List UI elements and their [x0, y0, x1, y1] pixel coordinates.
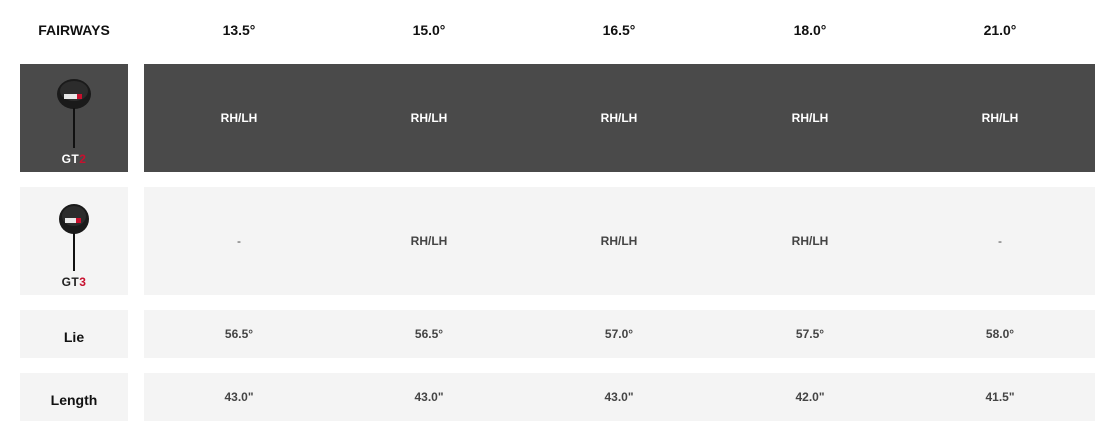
- gt2-cell-3: RH/LH: [600, 111, 638, 125]
- gt3-cell-1: -: [237, 234, 241, 248]
- lie-label: Lie: [63, 329, 85, 345]
- gt3-cell-5: -: [998, 234, 1002, 248]
- length-data-row: 43.0" 43.0" 43.0" 42.0" 41.5": [144, 373, 1095, 421]
- lie-data-row: 56.5° 56.5° 57.0° 57.5° 58.0°: [144, 310, 1095, 358]
- gt2-model-cell: GT2: [20, 64, 128, 172]
- length-cell-4: 42.0": [795, 390, 825, 404]
- gt3-data-row: - RH/LH RH/LH RH/LH -: [144, 187, 1095, 295]
- gt3-cell-3: RH/LH: [600, 234, 638, 248]
- gt2-cell-2: RH/LH: [410, 111, 448, 125]
- loft-header-3: 16.5°: [602, 22, 636, 38]
- length-cell-1: 43.0": [224, 390, 254, 404]
- gt2-model-name: GT2: [61, 152, 87, 166]
- fairway-wood-club-icon: [57, 79, 91, 148]
- lie-cell-4: 57.5°: [795, 327, 825, 341]
- gt2-data-row: RH/LH RH/LH RH/LH RH/LH RH/LH: [144, 64, 1095, 172]
- length-label-cell: Length: [20, 373, 128, 421]
- lie-cell-2: 56.5°: [414, 327, 444, 341]
- gt3-model-cell: GT3: [20, 187, 128, 295]
- length-cell-5: 41.5": [985, 390, 1015, 404]
- fairway-wood-club-icon: [59, 204, 89, 271]
- loft-header-1: 13.5°: [222, 22, 256, 38]
- gt3-model-name: GT3: [61, 275, 87, 289]
- gt3-cell-2: RH/LH: [410, 234, 448, 248]
- length-cell-2: 43.0": [414, 390, 444, 404]
- lie-cell-5: 58.0°: [985, 327, 1015, 341]
- table-title: FAIRWAYS: [38, 22, 110, 38]
- loft-header-5: 21.0°: [983, 22, 1017, 38]
- gt2-cell-1: RH/LH: [220, 111, 258, 125]
- gt3-cell-4: RH/LH: [791, 234, 829, 248]
- length-cell-3: 43.0": [604, 390, 634, 404]
- gt2-cell-4: RH/LH: [791, 111, 829, 125]
- lie-label-cell: Lie: [20, 310, 128, 358]
- gt2-cell-5: RH/LH: [981, 111, 1019, 125]
- loft-header-4: 18.0°: [793, 22, 827, 38]
- loft-header-2: 15.0°: [412, 22, 446, 38]
- lie-cell-1: 56.5°: [224, 327, 254, 341]
- lie-cell-3: 57.0°: [604, 327, 634, 341]
- length-label: Length: [50, 392, 98, 408]
